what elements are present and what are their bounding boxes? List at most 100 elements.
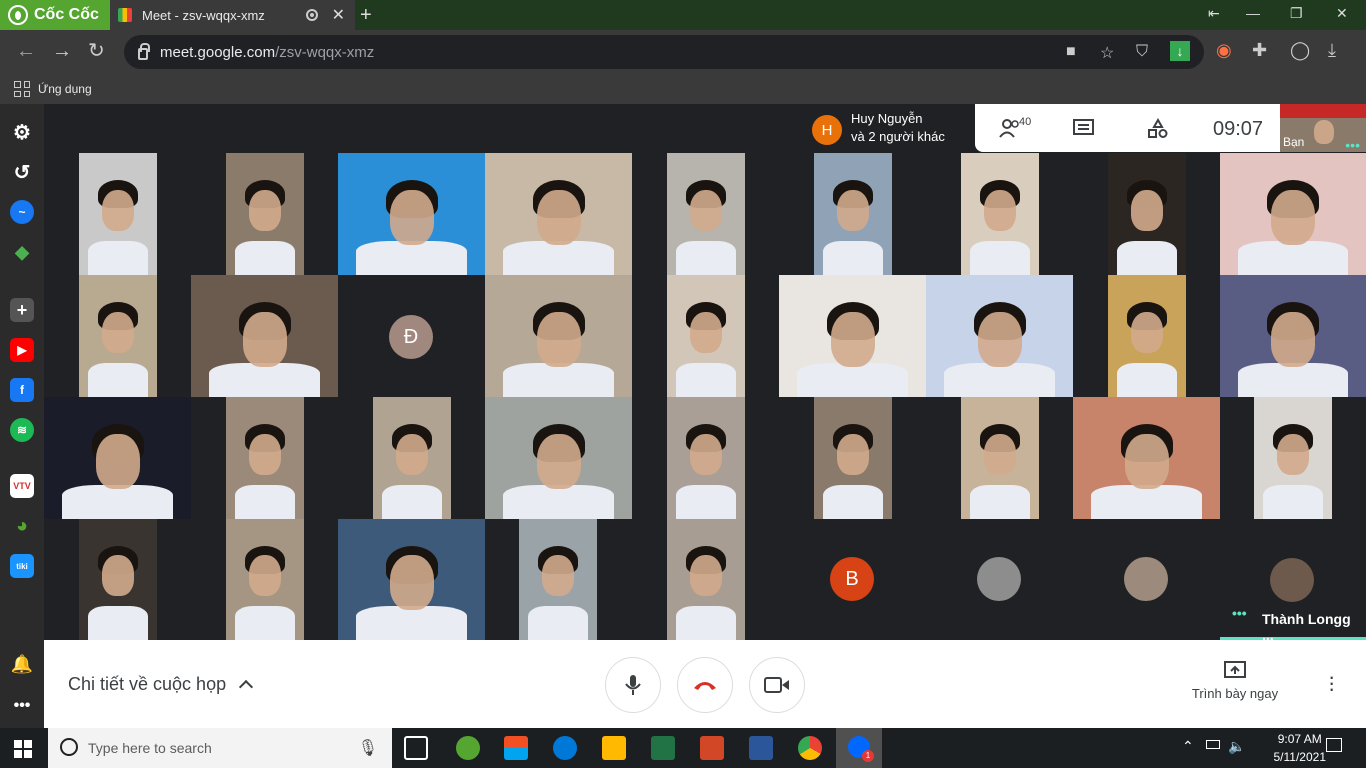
participant-video-tile[interactable] bbox=[1220, 275, 1366, 397]
youtube-icon[interactable]: ▶ bbox=[10, 338, 34, 362]
apps-grid-icon[interactable] bbox=[14, 81, 30, 97]
participant-video-tile[interactable] bbox=[338, 153, 485, 275]
vtv-go-icon[interactable]: VTV bbox=[10, 474, 34, 498]
participant-video-tile[interactable] bbox=[191, 275, 338, 397]
battery-icon[interactable] bbox=[1206, 740, 1220, 749]
participant-video-tile[interactable] bbox=[1220, 153, 1366, 275]
participant-video-tile[interactable] bbox=[226, 397, 304, 519]
camera-button[interactable] bbox=[749, 657, 805, 713]
self-more-icon[interactable]: ••• bbox=[1345, 138, 1360, 152]
participant-video-tile[interactable] bbox=[779, 275, 926, 397]
camera-icon[interactable]: ■ bbox=[1066, 43, 1076, 61]
windows-start-icon[interactable] bbox=[14, 740, 32, 758]
volume-icon[interactable]: 🔈 bbox=[1228, 738, 1245, 755]
bookmark-apps[interactable]: Ứng dụng bbox=[38, 82, 92, 96]
participant-video-tile[interactable] bbox=[667, 275, 745, 397]
history-icon[interactable]: ↺ bbox=[10, 160, 34, 184]
reload-button[interactable]: ↻ bbox=[88, 40, 105, 62]
back-button[interactable]: ← bbox=[16, 40, 36, 62]
powerpoint-icon[interactable] bbox=[700, 736, 724, 760]
minimize-button[interactable]: — bbox=[1246, 5, 1260, 21]
tray-chevron-icon[interactable]: ⌃ bbox=[1182, 738, 1194, 755]
extension-icon[interactable]: ◉ bbox=[1216, 40, 1232, 61]
participant-video-tile[interactable] bbox=[961, 397, 1039, 519]
coccoc-map-icon[interactable]: ◕ bbox=[10, 514, 34, 538]
end-call-button[interactable] bbox=[677, 657, 733, 713]
participant-video-tile[interactable] bbox=[373, 397, 451, 519]
settings-gear-icon[interactable]: ⚙ bbox=[10, 120, 34, 144]
taskbar-clock[interactable]: 9:07 AM 5/11/2021 bbox=[1274, 732, 1327, 764]
downloads-icon[interactable]: ⤓ bbox=[1328, 40, 1336, 61]
participant-video-tile[interactable] bbox=[44, 397, 191, 519]
download-icon[interactable]: ↓ bbox=[1170, 41, 1190, 61]
chat-icon[interactable] bbox=[1073, 119, 1095, 139]
participant-video-tile[interactable] bbox=[667, 153, 745, 275]
word-icon[interactable] bbox=[749, 736, 773, 760]
participant-video-tile[interactable] bbox=[1108, 275, 1186, 397]
task-view-icon[interactable] bbox=[404, 736, 428, 760]
tab-title: Meet - zsv-wqqx-xmz bbox=[142, 7, 265, 23]
participant-video-tile[interactable] bbox=[926, 275, 1073, 397]
participant-video-tile[interactable] bbox=[485, 275, 632, 397]
restore-tab-icon[interactable]: ⇤ bbox=[1208, 5, 1220, 22]
microphone-search-icon[interactable]: 🎙 bbox=[358, 738, 378, 758]
participant-video-tile[interactable] bbox=[79, 153, 157, 275]
messenger-icon[interactable]: ~ bbox=[10, 200, 34, 224]
shield-icon[interactable]: ⛉ bbox=[1136, 43, 1148, 61]
participant-video-tile[interactable] bbox=[667, 397, 745, 519]
add-sidebar-icon[interactable]: + bbox=[10, 298, 34, 322]
microphone-button[interactable] bbox=[605, 657, 661, 713]
participant-video-tile[interactable] bbox=[961, 153, 1039, 275]
file-explorer-icon[interactable] bbox=[602, 736, 626, 760]
store-icon[interactable] bbox=[504, 736, 528, 760]
chrome-icon[interactable] bbox=[798, 736, 822, 760]
address-bar[interactable]: meet.google.com/zsv-wqqx-xmz ■ ☆ ⛉ ↓ bbox=[124, 35, 1204, 69]
present-now-button[interactable]: Trình bày ngay bbox=[1170, 660, 1300, 701]
more-options-icon[interactable]: ••• bbox=[10, 694, 34, 718]
new-tab-button[interactable]: + bbox=[360, 4, 372, 27]
activities-icon[interactable] bbox=[1147, 118, 1169, 140]
participant-video-tile[interactable] bbox=[485, 397, 632, 519]
facebook-icon[interactable]: f bbox=[10, 378, 34, 402]
action-center-icon[interactable] bbox=[1326, 738, 1342, 752]
url-host: meet.google.com bbox=[160, 43, 276, 61]
people-icon[interactable] bbox=[999, 118, 1021, 138]
participant-video-tile[interactable] bbox=[226, 519, 304, 640]
tiki-icon[interactable]: tiki bbox=[10, 554, 34, 578]
coccoc-taskbar-icon[interactable] bbox=[456, 736, 480, 760]
participant-video-tile[interactable] bbox=[814, 153, 892, 275]
notification-bell-icon[interactable]: 🔔 bbox=[10, 652, 34, 676]
close-tab-icon[interactable]: ✕ bbox=[332, 5, 345, 25]
puzzle-icon[interactable]: ✚ bbox=[1252, 40, 1267, 61]
close-window-button[interactable]: ✕ bbox=[1336, 5, 1348, 22]
excel-icon[interactable] bbox=[651, 736, 675, 760]
participant-video-tile[interactable] bbox=[338, 519, 485, 640]
participant-video-tile[interactable] bbox=[814, 397, 892, 519]
edge-icon[interactable] bbox=[553, 736, 577, 760]
spotify-icon[interactable]: ≋ bbox=[10, 418, 34, 442]
more-options-button[interactable]: · · · bbox=[1328, 666, 1335, 700]
participant-video-tile[interactable] bbox=[485, 153, 632, 275]
presenter-tile-label[interactable]: ••• Thành Longg ... bbox=[1220, 600, 1366, 643]
maximize-button[interactable]: ❐ bbox=[1290, 5, 1303, 22]
participant-video-tile[interactable] bbox=[226, 153, 304, 275]
self-view-tile[interactable]: Bạn ••• bbox=[1280, 104, 1366, 152]
participant-video-tile[interactable] bbox=[1073, 397, 1220, 519]
participant-video-tile[interactable] bbox=[1254, 397, 1332, 519]
participant-video-tile[interactable] bbox=[79, 519, 157, 640]
profile-icon[interactable]: ◯ bbox=[1290, 40, 1310, 61]
participant-video-tile[interactable] bbox=[1108, 153, 1186, 275]
coccoc-logo-icon bbox=[8, 5, 28, 25]
zalo-taskbar-button[interactable]: 1 bbox=[836, 728, 882, 768]
meeting-details-button[interactable]: Chi tiết về cuộc họp bbox=[68, 674, 254, 695]
bookmark-star-icon[interactable]: ☆ bbox=[1100, 43, 1114, 63]
participant-video-tile[interactable] bbox=[519, 519, 597, 640]
taskbar-search-box[interactable]: Type here to search 🎙 bbox=[48, 728, 392, 768]
participant-video-tile[interactable] bbox=[667, 519, 745, 640]
coccoc-menu-button[interactable]: Cốc Cốc bbox=[0, 0, 110, 30]
participant-video-tile[interactable] bbox=[79, 275, 157, 397]
forward-button[interactable]: → bbox=[52, 40, 72, 62]
browser-tab-meet[interactable]: Meet - zsv-wqqx-xmz ✕ bbox=[110, 0, 355, 30]
game-icon[interactable]: ◆ bbox=[10, 240, 34, 264]
taskbar-time: 9:07 AM bbox=[1277, 732, 1322, 746]
